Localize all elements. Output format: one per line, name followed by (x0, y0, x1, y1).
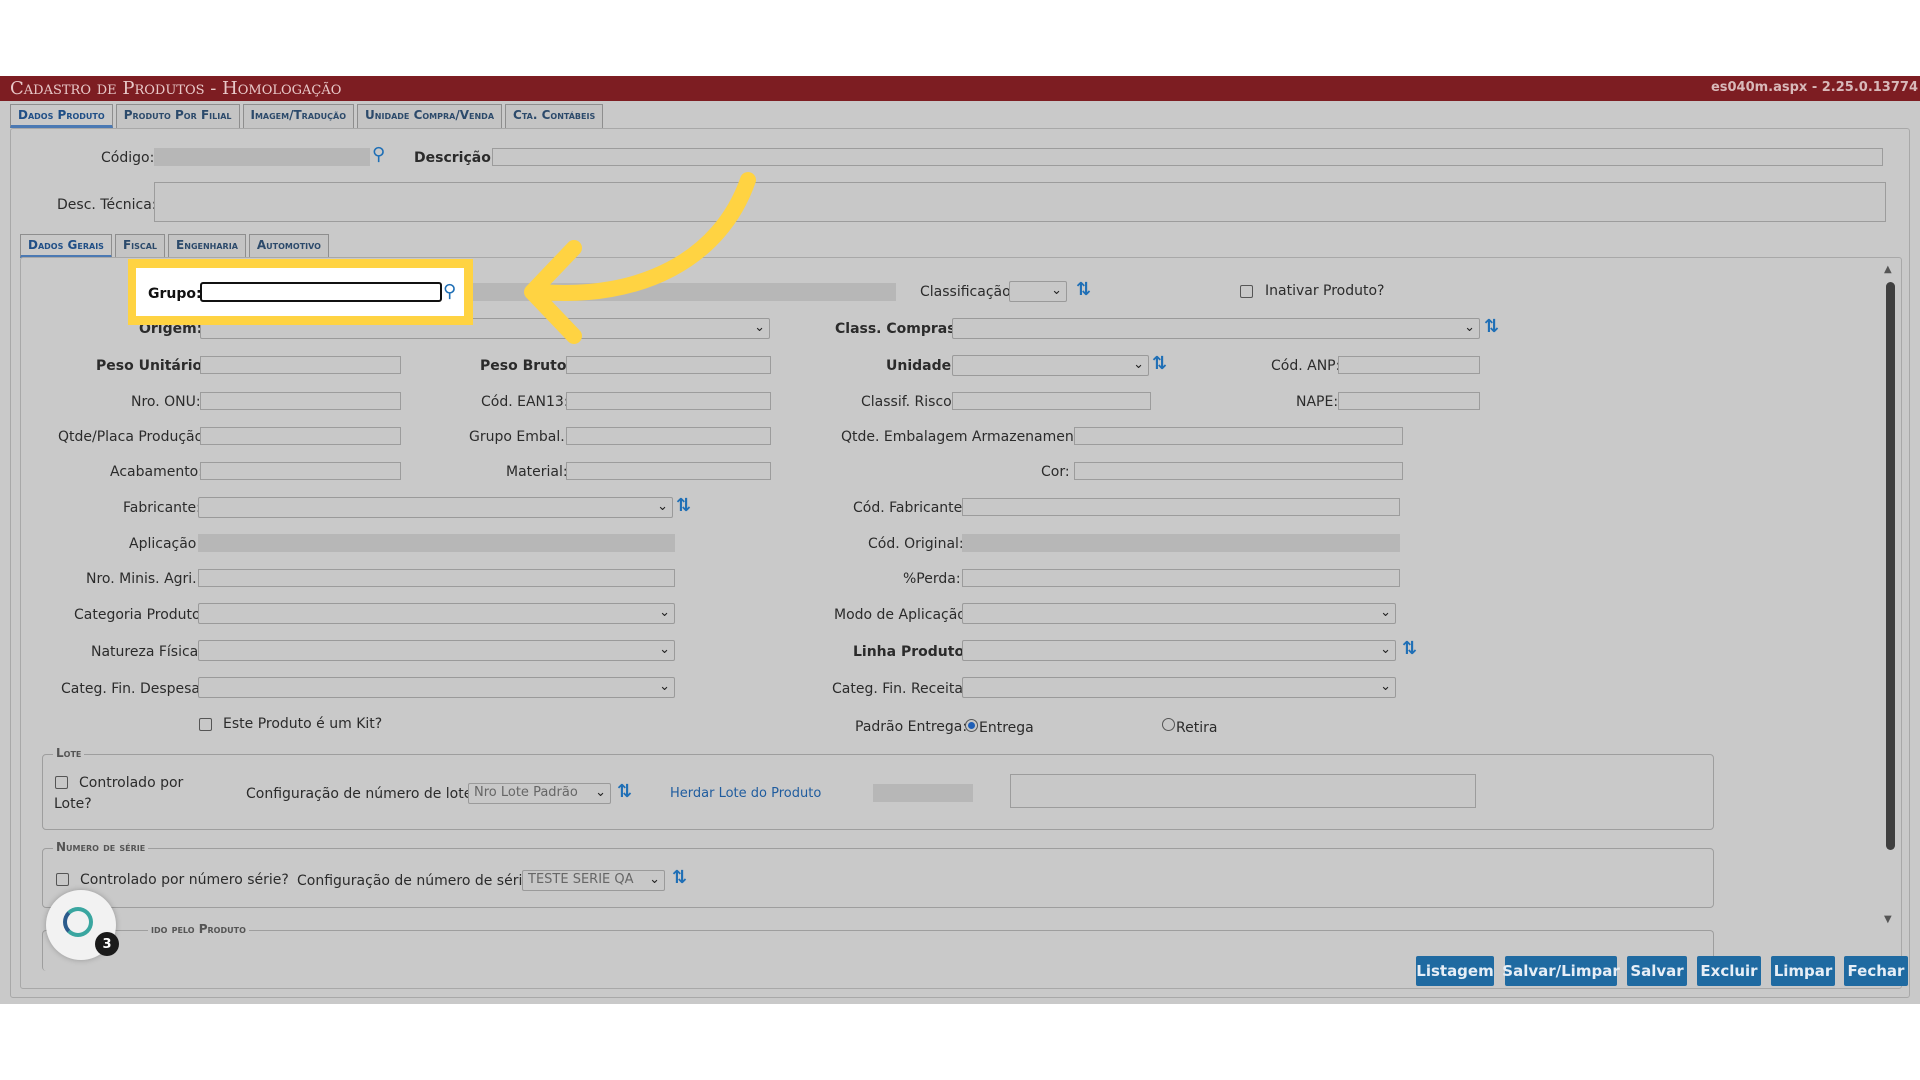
helper-logo-icon (63, 907, 93, 937)
tutorial-arrow-icon (524, 172, 756, 344)
notification-badge: 3 (95, 932, 119, 956)
